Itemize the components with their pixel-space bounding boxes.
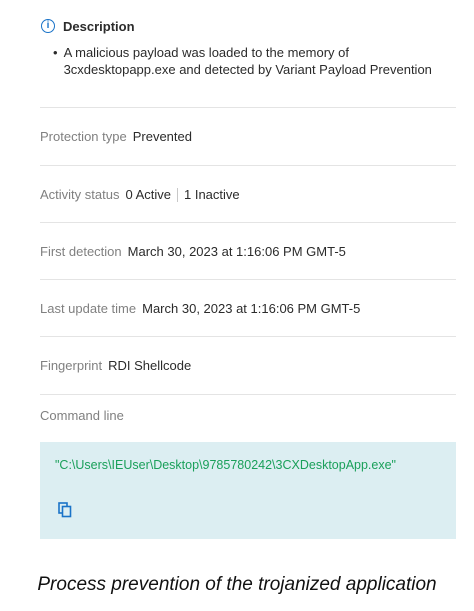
command-line-label: Command line	[40, 407, 124, 423]
command-line-box: "C:\Users\IEUser\Desktop\9785780242\3CXD…	[40, 442, 456, 539]
activity-status-row: Activity status 0 Active 1 Inactive	[40, 165, 456, 223]
description-title: Description	[63, 18, 135, 34]
protection-type-row: Protection type Prevented	[40, 107, 456, 165]
last-update-row: Last update time March 30, 2023 at 1:16:…	[40, 279, 456, 337]
figure-caption: Process prevention of the trojanized app…	[37, 574, 437, 595]
fingerprint-value: RDI Shellcode	[108, 358, 192, 373]
protection-type-value: Prevented	[132, 129, 192, 144]
first-detection-value: March 30, 2023 at 1:16:06 PM GMT-5	[127, 244, 346, 259]
bullet-dot-icon: •	[53, 45, 58, 60]
last-update-value: March 30, 2023 at 1:16:06 PM GMT-5	[142, 301, 361, 316]
fingerprint-row: Fingerprint RDI Shellcode	[40, 336, 456, 394]
fingerprint-label: Fingerprint	[40, 358, 103, 373]
last-update-label: Last update time	[40, 301, 137, 316]
activity-status-label: Activity status	[40, 187, 120, 202]
divider	[177, 187, 178, 202]
description-bullet: • A malicious payload was loaded to the …	[53, 44, 456, 78]
alert-details-panel: i Description • A malicious payload was …	[40, 14, 456, 539]
description-text: A malicious payload was loaded to the me…	[63, 45, 432, 77]
activity-active-count[interactable]: 0 Active	[125, 187, 171, 202]
first-detection-label: First detection	[40, 244, 122, 259]
activity-inactive-count[interactable]: 1 Inactive	[184, 187, 240, 202]
first-detection-row: First detection March 30, 2023 at 1:16:0…	[40, 222, 456, 280]
info-icon: i	[41, 19, 55, 33]
copy-icon[interactable]	[58, 502, 72, 518]
command-line-row: Command line	[40, 394, 456, 435]
protection-type-label: Protection type	[40, 129, 127, 144]
command-line-value: "C:\Users\IEUser\Desktop\9785780242\3CXD…	[55, 458, 396, 472]
description-header: i Description	[41, 14, 456, 38]
